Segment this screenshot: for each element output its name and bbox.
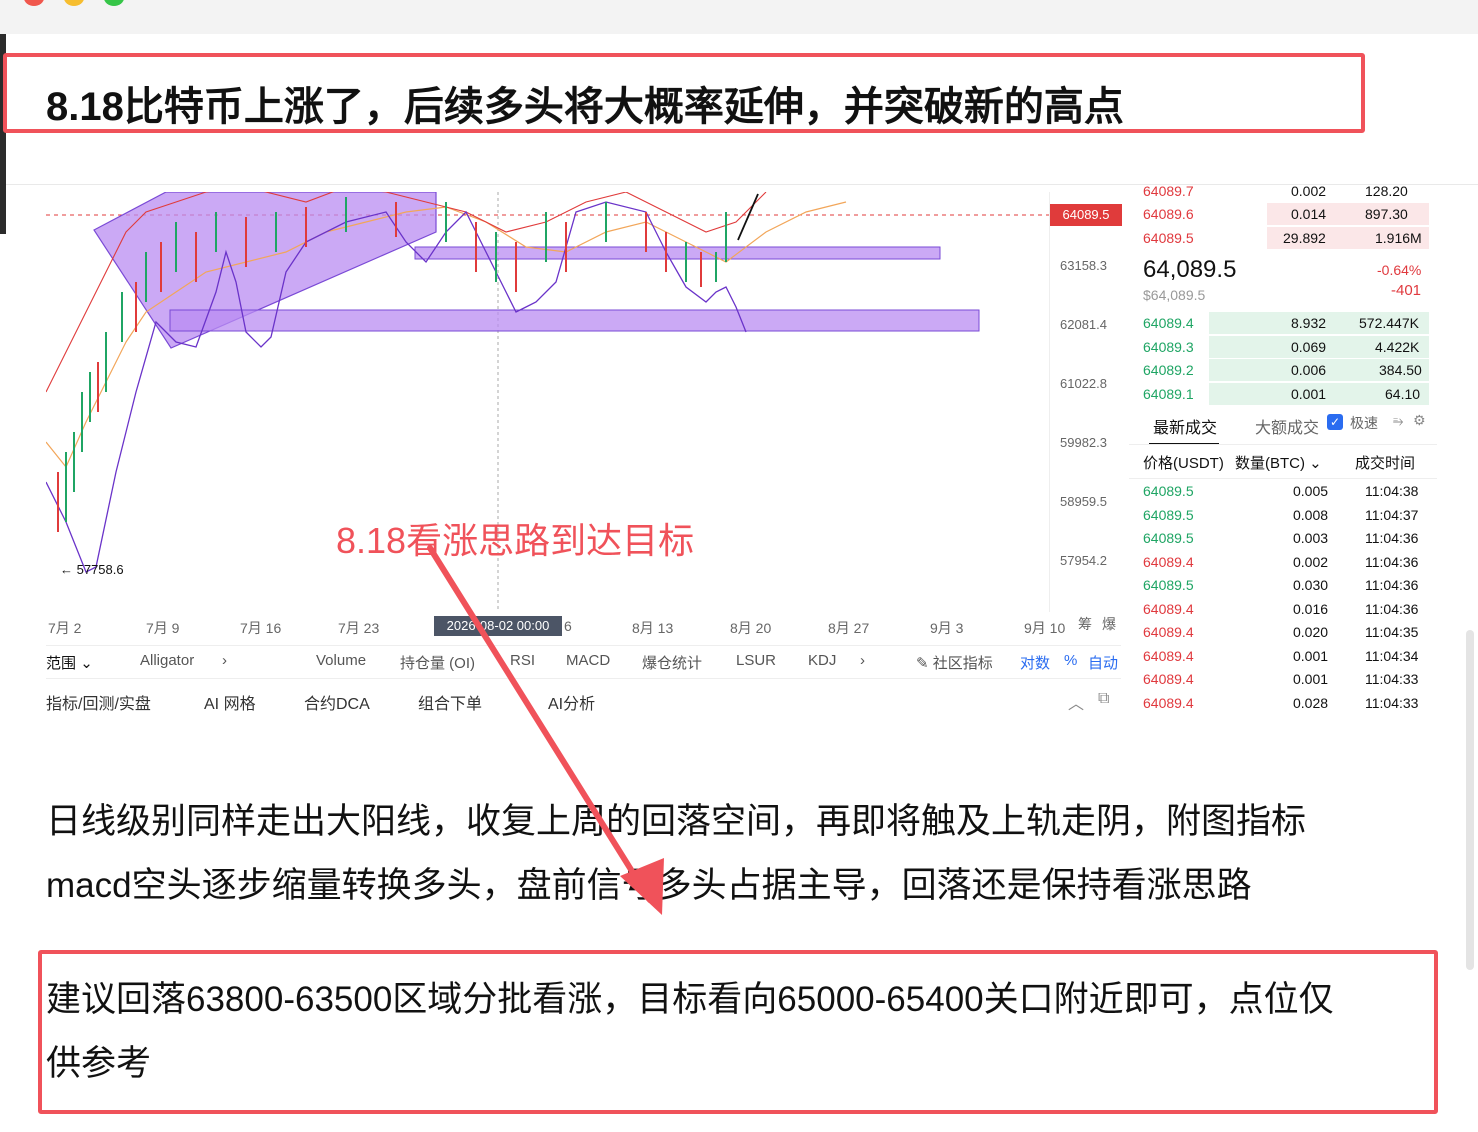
annotation-arrow (427, 545, 664, 915)
arrow-shaft (427, 545, 653, 903)
